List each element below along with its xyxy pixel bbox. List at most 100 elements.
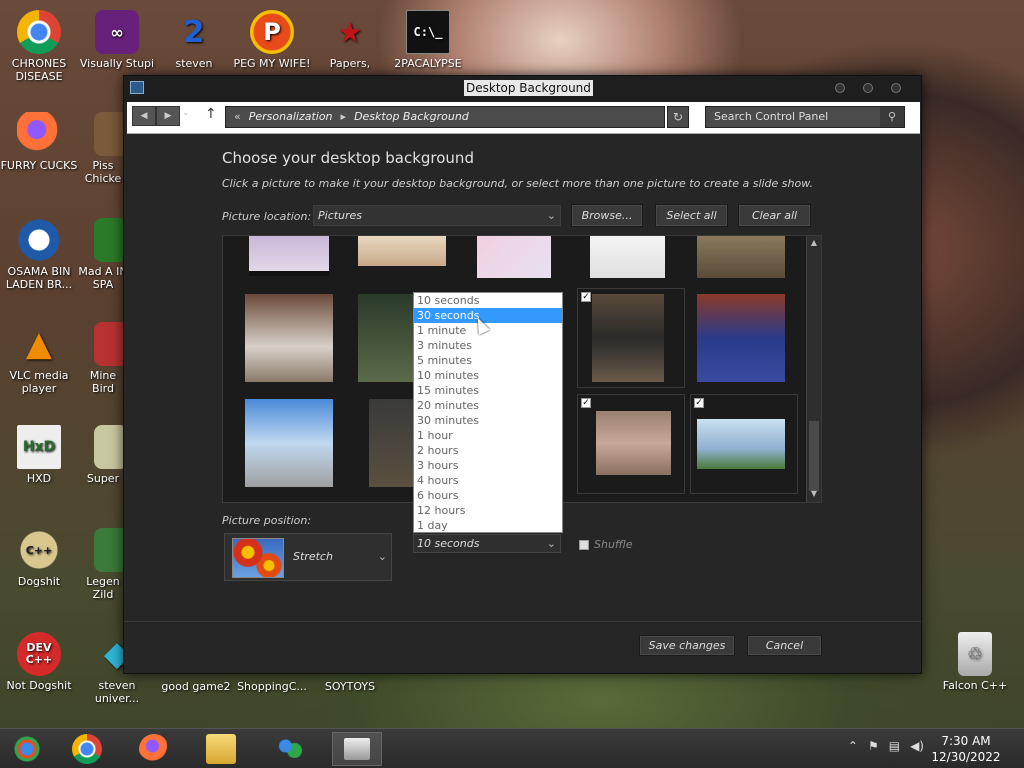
interval-option[interactable]: 1 day	[414, 518, 562, 533]
desktop-icon-super[interactable]: Super	[78, 425, 128, 485]
back-button[interactable]: ◀	[132, 106, 156, 126]
picture-thumbnail[interactable]	[369, 399, 414, 487]
picture-position-select[interactable]: Stretch ⌄	[224, 533, 392, 581]
interval-option[interactable]: 12 hours	[414, 503, 562, 518]
interval-option[interactable]: 10 seconds	[414, 293, 562, 308]
desktop-icon-soytoys[interactable]: SOYTOYS	[311, 680, 389, 693]
clear-all-button[interactable]: Clear all	[738, 204, 811, 227]
close-button[interactable]	[891, 83, 901, 93]
picture-thumbnail[interactable]	[697, 236, 785, 278]
desktop-icon-not-dogshit[interactable]: DEV C++ Not Dogshit	[0, 632, 78, 692]
people-icon	[275, 734, 305, 764]
cmd-icon: C:\_	[406, 10, 450, 54]
desktop-icon-chrome[interactable]: CHRONES DISEASE	[0, 10, 78, 83]
interval-option[interactable]: 1 hour	[414, 428, 562, 443]
forward-button[interactable]: ▶	[156, 106, 180, 126]
desktop-icon-minebird[interactable]: Mine Bird	[78, 322, 128, 395]
desktop-icon-peg[interactable]: P PEG MY WIFE!	[233, 10, 311, 70]
volume-icon[interactable]: ◀)	[910, 739, 924, 753]
flag-icon[interactable]: ⚑	[868, 739, 879, 753]
browse-button[interactable]: Browse...	[571, 204, 643, 227]
desktop-icon-osama[interactable]: OSAMA BIN LADEN BR...	[0, 218, 78, 291]
desktop-icon-piss-chicken[interactable]: Piss Chicke	[78, 112, 128, 185]
breadcrumb-personalization[interactable]: Personalization	[249, 107, 333, 127]
search-input[interactable]: Search Control Panel ⚲	[705, 106, 905, 128]
picture-checkbox[interactable]: ✓	[581, 398, 591, 408]
picture-location-select[interactable]: Pictures ⌄	[313, 205, 561, 226]
obama-logo-icon	[17, 218, 61, 262]
desktop-icon-visual-studio[interactable]: ∞ Visually Stupi	[78, 10, 156, 70]
desktop-icon-dogshit[interactable]: C++ Dogshit	[0, 528, 78, 588]
change-picture-interval-select[interactable]: 10 seconds ⌄	[413, 534, 561, 553]
network-icon[interactable]: ▤	[889, 739, 900, 753]
picture-thumbnail[interactable]	[245, 399, 333, 487]
desktop-icon-mad-angry[interactable]: Mad A IN SPA	[78, 218, 128, 291]
breadcrumb[interactable]: « Personalization ▸ Desktop Background	[225, 106, 665, 128]
interval-option[interactable]: 5 minutes	[414, 353, 562, 368]
save-changes-button[interactable]: Save changes	[639, 635, 735, 656]
maximize-button[interactable]	[863, 83, 873, 93]
papers-icon: ★	[337, 15, 363, 49]
chrome-icon	[72, 734, 102, 764]
system-tray: ⌃ ⚑ ▤ ◀)	[848, 739, 924, 753]
picture-checkbox[interactable]: ✓	[694, 398, 704, 408]
interval-option[interactable]: 6 hours	[414, 488, 562, 503]
desktop-icon-shopping[interactable]: ShoppingC...	[233, 680, 311, 693]
desktop-icon-legend-zelda[interactable]: Legen Zild	[78, 528, 128, 601]
desktop-icon-steven[interactable]: 2 steven	[155, 10, 233, 70]
interval-option[interactable]: 30 minutes	[414, 413, 562, 428]
picture-thumbnail[interactable]	[592, 294, 664, 382]
scrollbar-thumb[interactable]	[809, 421, 819, 491]
cancel-button[interactable]: Cancel	[747, 635, 822, 656]
picture-thumbnail[interactable]	[245, 294, 333, 382]
scroll-up-icon[interactable]: ▲	[808, 237, 820, 249]
desktop-icon-vlc[interactable]: ▲ VLC media player	[0, 322, 78, 396]
interval-option[interactable]: 4 hours	[414, 473, 562, 488]
desktop-icon-hxd[interactable]: HxD HXD	[0, 425, 78, 485]
picture-thumbnail[interactable]	[697, 419, 785, 469]
picture-checkbox[interactable]: ✓	[581, 292, 591, 302]
taskbar-people[interactable]	[265, 732, 315, 766]
breadcrumb-overflow[interactable]: «	[234, 107, 241, 127]
taskbar-control-panel[interactable]	[332, 732, 382, 766]
start-button[interactable]	[2, 732, 52, 766]
picture-thumbnail[interactable]	[358, 294, 414, 382]
desktop-icon-2pacalypse[interactable]: C:\_ 2PACALYPSE	[389, 10, 467, 70]
minimize-button[interactable]	[835, 83, 845, 93]
desktop-icon-papers[interactable]: ★ Papers,	[311, 10, 389, 70]
up-arrow-icon[interactable]: ↑	[205, 106, 217, 122]
picture-thumbnail[interactable]	[249, 236, 329, 276]
picture-grid-scrollbar[interactable]: ▲ ▼	[806, 236, 821, 502]
clock[interactable]: 7:30 AM 12/30/2022	[930, 733, 1002, 765]
breadcrumb-desktop-background[interactable]: Desktop Background	[354, 107, 469, 127]
devcpp-icon: DEV C++	[17, 632, 61, 676]
taskbar-chrome[interactable]	[62, 732, 112, 766]
desktop-icon-falcon[interactable]: ♲ Falcon C++	[936, 632, 1014, 692]
checkbox-box[interactable]	[579, 539, 589, 550]
interval-option[interactable]: 2 hours	[414, 443, 562, 458]
picture-thumbnail[interactable]	[358, 236, 446, 266]
recent-chevron-icon[interactable]: ⌄	[182, 108, 190, 118]
taskbar-file-explorer[interactable]	[196, 732, 246, 766]
interval-option[interactable]: 15 minutes	[414, 383, 562, 398]
interval-option[interactable]: 3 minutes	[414, 338, 562, 353]
picture-thumbnail[interactable]	[590, 236, 665, 278]
desktop-icon-good-game2[interactable]: good game2	[157, 680, 235, 693]
interval-option[interactable]: 3 hours	[414, 458, 562, 473]
interval-option[interactable]: 30 seconds	[414, 308, 562, 323]
tray-expand-icon[interactable]: ⌃	[848, 739, 858, 753]
picture-thumbnail[interactable]	[697, 294, 785, 382]
interval-option[interactable]: 20 minutes	[414, 398, 562, 413]
shuffle-checkbox[interactable]: Shuffle	[579, 538, 633, 551]
title-bar[interactable]: Desktop Background	[124, 76, 921, 102]
search-icon[interactable]: ⚲	[880, 107, 904, 127]
scroll-down-icon[interactable]: ▼	[808, 488, 820, 500]
taskbar-firefox[interactable]	[129, 732, 179, 766]
picture-thumbnail[interactable]	[596, 411, 671, 475]
desktop-icon-firefox[interactable]: FURRY CUCKS	[0, 112, 78, 172]
picture-thumbnail[interactable]	[477, 236, 551, 278]
start-orb-icon	[12, 734, 42, 764]
refresh-icon[interactable]: ↻	[667, 106, 689, 128]
select-all-button[interactable]: Select all	[655, 204, 728, 227]
interval-option[interactable]: 10 minutes	[414, 368, 562, 383]
